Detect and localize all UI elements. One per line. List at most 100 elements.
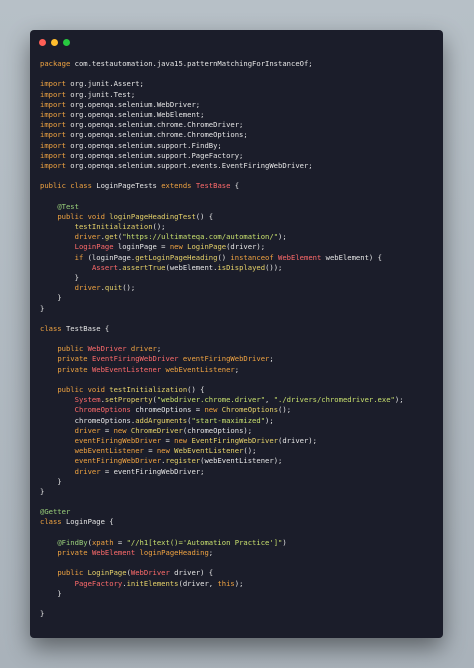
code-token: WebElement	[278, 252, 326, 262]
code-line: package com.testautomation.java15.patter…	[40, 59, 437, 69]
code-line: }	[40, 609, 437, 619]
code-token: }	[40, 272, 79, 282]
code-token: =	[104, 425, 114, 435]
code-token: org.openqa.selenium.chrome.ChromeOptions…	[70, 130, 248, 140]
code-token: "//h1[text()='Automation Practice']"	[126, 537, 283, 547]
code-token: (webElement.	[165, 262, 218, 272]
code-token: driver	[74, 425, 105, 435]
zoom-button[interactable]	[63, 39, 70, 46]
code-token: (loginPage.	[87, 252, 136, 262]
code-line: @Getter	[40, 507, 437, 517]
code-token: register	[165, 456, 201, 466]
code-token: }	[40, 476, 62, 486]
code-token: com.testautomation.java15.patternMatchin…	[74, 59, 313, 68]
code-window: package com.testautomation.java15.patter…	[30, 30, 443, 638]
code-token: "https://ultimateqa.com/automation/"	[122, 232, 279, 242]
code-line: eventFiringWebDriver.register(webEventLi…	[40, 456, 437, 466]
code-token: "start-maximized"	[191, 415, 266, 425]
code-line: eventFiringWebDriver = new EventFiringWe…	[40, 436, 437, 446]
code-token: new	[174, 435, 192, 445]
code-line: import org.openqa.selenium.WebElement;	[40, 110, 437, 120]
code-line: private EventFiringWebDriver eventFiring…	[40, 354, 437, 364]
code-token: }	[40, 293, 62, 303]
code-token: "./drivers/chromedriver.exe"	[273, 395, 395, 405]
code-token: setProperty	[104, 395, 153, 405]
code-token: public	[57, 344, 88, 354]
code-token: import	[40, 120, 71, 130]
code-line: private WebElement loginPageHeading;	[40, 548, 437, 558]
code-line: class TestBase {	[40, 324, 437, 334]
code-token: new	[156, 446, 175, 456]
code-token: import	[40, 160, 71, 170]
code-token: () {	[195, 211, 214, 221]
code-token: org.openqa.selenium.support.events.Event…	[70, 160, 313, 170]
code-line: public LoginPage(WebDriver driver) {	[40, 568, 437, 578]
code-line: import org.junit.Assert;	[40, 79, 437, 89]
code-token: org.openqa.selenium.WebDriver;	[70, 99, 201, 109]
code-line: import org.junit.Test;	[40, 90, 437, 100]
code-token: =	[148, 446, 157, 456]
code-token: chromeOptions.	[40, 415, 136, 425]
code-line: import org.openqa.selenium.chrome.Chrome…	[40, 120, 437, 130]
code-token: {	[230, 181, 240, 191]
code-token: webEventListener	[74, 446, 149, 456]
code-token: =	[117, 537, 127, 547]
code-token: ChromeDriver	[130, 425, 183, 435]
code-token: ();	[243, 446, 257, 456]
code-line: ChromeOptions chromeOptions = new Chrome…	[40, 405, 437, 415]
code-token: org.openqa.selenium.chrome.ChromeDriver;	[70, 120, 244, 130]
code-token: class	[40, 323, 66, 333]
code-token: LoginPage	[74, 242, 118, 252]
code-token: import	[40, 79, 71, 89]
code-line: import org.openqa.selenium.support.event…	[40, 161, 437, 171]
code-token: driver) {	[174, 568, 214, 578]
code-token: (driver,	[178, 578, 218, 588]
code-line: webEventListener = new WebEventListener(…	[40, 446, 437, 456]
code-token: )	[282, 537, 287, 547]
code-token: new	[113, 425, 131, 435]
code-token: ChromeOptions	[74, 405, 136, 415]
code-token: package	[40, 59, 75, 68]
code-token: testInitialization	[74, 222, 153, 231]
code-token: ();	[122, 283, 136, 293]
code-line: }	[40, 477, 437, 487]
code-line: public class LoginPageTests extends Test…	[40, 181, 437, 191]
code-editor: package com.testautomation.java15.patter…	[40, 59, 437, 619]
code-token: driver	[130, 344, 157, 354]
code-token: );	[394, 395, 404, 405]
code-line: }	[40, 589, 437, 599]
minimize-button[interactable]	[51, 39, 58, 46]
code-token: WebEventListener	[174, 446, 244, 456]
code-token: loginPageHeadingTest	[109, 211, 196, 221]
code-token: org.junit.Test;	[70, 89, 136, 99]
code-token: loginPage =	[117, 242, 170, 252]
code-token: import	[40, 130, 71, 140]
code-line: import org.openqa.selenium.support.PageF…	[40, 151, 437, 161]
code-token: if	[74, 252, 88, 262]
code-line: @Test	[40, 202, 437, 212]
code-token: driver	[74, 466, 105, 476]
code-token: eventFiringWebDriver	[74, 435, 166, 445]
code-token: new	[169, 242, 188, 252]
close-button[interactable]	[39, 39, 46, 46]
code-line: import org.openqa.selenium.chrome.Chrome…	[40, 130, 437, 140]
code-token: PageFactory	[74, 578, 123, 588]
code-token: import	[40, 109, 71, 119]
code-line: }	[40, 293, 437, 303]
code-line: @FindBy(xpath = "//h1[text()='Automation…	[40, 538, 437, 548]
code-token: TestBase	[195, 181, 231, 191]
code-token: eventFiringWebDriver	[74, 456, 162, 466]
code-token: =	[165, 435, 175, 445]
code-token: ();	[152, 222, 166, 231]
